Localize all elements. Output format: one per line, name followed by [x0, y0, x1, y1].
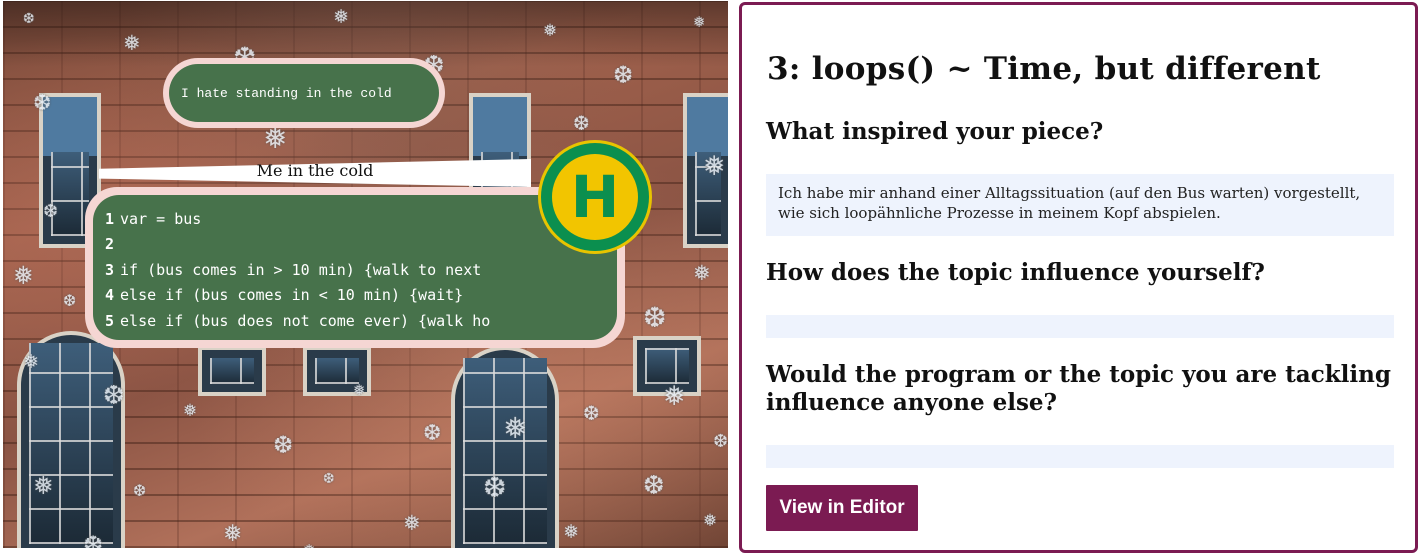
bus-stop-sign-icon: H	[538, 140, 652, 254]
code-line: 5 else if (bus does not come ever) {walk …	[105, 309, 617, 334]
page-title: 3: loops() ~ Time, but different	[767, 51, 1321, 87]
code-line-text: else if (bus comes in < 10 min) {wait}	[120, 286, 464, 305]
snowflake-icon: ❆	[103, 381, 125, 411]
code-lines: 1 var = bus 2 3 if (bus comes in > 10 min) {…	[93, 195, 617, 340]
building-window	[198, 346, 266, 396]
snowflake-icon: ❆	[83, 531, 104, 548]
answer-influence-others	[766, 445, 1394, 468]
view-in-editor-button[interactable]: View in Editor	[766, 485, 918, 531]
code-line-number: 2	[105, 235, 115, 254]
snowflake-icon: ❆	[23, 11, 35, 27]
snowflake-icon: ❅	[303, 541, 316, 548]
question-influence-others: Would the program or the topic you are t…	[766, 361, 1391, 416]
code-line: 3 if (bus comes in > 10 min) {walk to nex…	[105, 258, 617, 283]
info-panel: 3: loops() ~ Time, but different What in…	[739, 2, 1418, 553]
code-line-number: 5	[105, 311, 115, 330]
snowflake-icon: ❆	[643, 301, 667, 334]
snowflake-icon: ❅	[353, 381, 366, 399]
snowflake-icon: ❅	[403, 511, 421, 535]
code-line: 4 else if (bus comes in < 10 min) {wait}	[105, 283, 617, 308]
answer-influence-self	[766, 315, 1394, 338]
question-inspiration: What inspired your piece?	[766, 118, 1104, 145]
code-line-number: 4	[105, 286, 115, 305]
sketch-canvas[interactable]: ❆❅❆❅❆❅❆❅❆❅❆❅❆❅❆❅❆❅❆❅❆❅❆❅❆❅❆❅❆❅❆❅❆❅❆❅❆❅❆❅…	[3, 1, 728, 548]
snowflake-icon: ❆	[613, 61, 634, 89]
snowflake-icon: ❅	[223, 521, 243, 547]
snowflake-icon: ❅	[333, 6, 349, 28]
snowflake-icon: ❅	[503, 411, 528, 445]
snowflake-icon: ❅	[23, 351, 39, 373]
snowflake-icon: ❆	[483, 471, 507, 504]
code-line-text: var = bus	[120, 210, 202, 228]
bus-stop-letter: H	[552, 154, 638, 240]
snowflake-icon: ❆	[643, 471, 665, 501]
snowflake-icon: ❆	[323, 471, 335, 487]
code-line-number: 1	[105, 210, 115, 228]
snowflake-icon: ❆	[583, 401, 600, 425]
snowflake-icon: ❆	[423, 421, 442, 446]
snowflake-icon: ❆	[573, 111, 590, 135]
snowflake-icon: ❅	[663, 381, 686, 412]
code-line-number: 3	[105, 260, 115, 279]
snowflake-icon: ❅	[703, 151, 726, 182]
snowflake-icon: ❅	[13, 261, 34, 290]
snowflake-icon: ❆	[133, 481, 147, 500]
code-line-text: if (bus comes in > 10 min) {walk to next	[120, 260, 482, 279]
caption-text: Me in the cold	[256, 161, 374, 180]
code-line-text: else if (bus does not come ever) {walk h…	[120, 311, 491, 330]
snowflake-icon: ❆	[273, 431, 294, 459]
snowflake-icon: ❅	[123, 31, 141, 55]
snowflake-icon: ❅	[693, 13, 706, 31]
snowflake-icon: ❆	[713, 431, 728, 452]
thought-bubble-text: I hate standing in the cold	[169, 64, 439, 122]
snowflake-icon: ❅	[33, 471, 54, 500]
snowflake-icon: ❅	[693, 261, 711, 285]
snowflake-icon: ❅	[183, 401, 198, 421]
arched-door	[451, 346, 559, 548]
code-line: 2	[105, 232, 617, 257]
snowflake-icon: ❆	[33, 91, 52, 116]
snowflake-icon: ❆	[63, 291, 77, 310]
thought-bubble: I hate standing in the cold	[163, 58, 445, 128]
snowflake-icon: ❅	[543, 21, 558, 41]
snowflake-icon: ❅	[703, 511, 718, 531]
question-influence-self: How does the topic influence yourself?	[766, 259, 1265, 286]
answer-inspiration: Ich habe mir anhand einer Alltagssituati…	[766, 174, 1394, 236]
snowflake-icon: ❆	[43, 201, 59, 222]
snowflake-icon: ❅	[563, 521, 579, 543]
